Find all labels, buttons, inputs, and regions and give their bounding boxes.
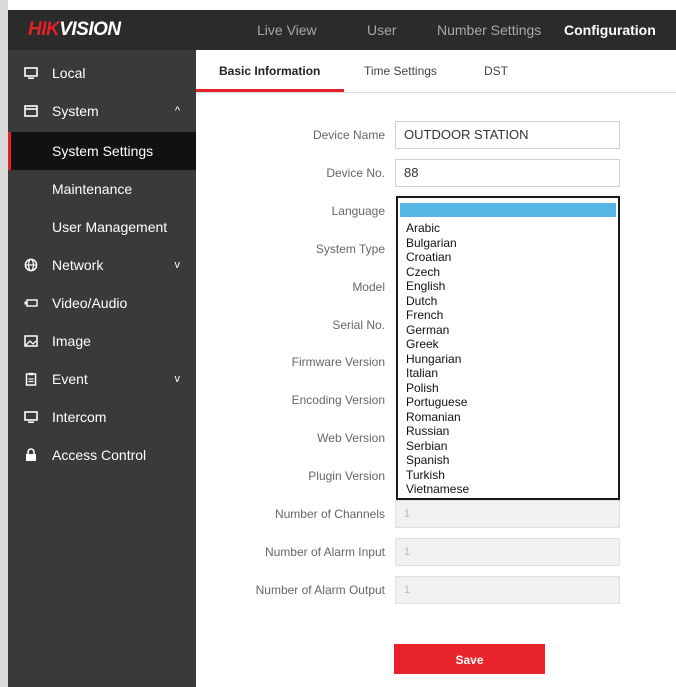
sidebar-item-label: System [52, 103, 99, 119]
encoding-version-label: Encoding Version [291, 393, 385, 407]
nav-configuration[interactable]: Configuration [564, 10, 656, 50]
sidebar-item-access-control[interactable]: Access Control [8, 436, 196, 474]
language-option[interactable]: Vietnamese [406, 482, 469, 497]
device-no-input[interactable]: 88 [395, 159, 620, 187]
web-version-label: Web Version [317, 431, 385, 445]
language-option[interactable]: Bulgarian [406, 236, 469, 251]
sidebar-item-intercom[interactable]: Intercom [8, 398, 196, 436]
nav-live-view[interactable]: Live View [257, 10, 317, 50]
language-option[interactable]: Russian [406, 424, 469, 439]
tab-time-settings[interactable]: Time Settings [364, 50, 437, 92]
sidebar-item-label: Image [52, 333, 91, 349]
model-label: Model [352, 280, 385, 294]
language-option[interactable]: Spanish [406, 453, 469, 468]
language-option[interactable]: Dutch [406, 294, 469, 309]
tab-bar: Basic Information Time Settings DST [196, 50, 676, 93]
alarm-input-label: Number of Alarm Input [264, 545, 385, 559]
sidebar-item-label: Access Control [52, 447, 147, 463]
channels-label: Number of Channels [274, 507, 385, 521]
sidebar-item-label: Video/Audio [52, 295, 128, 311]
language-option-list: Arabic Bulgarian Croatian Czech English Dutch… [406, 221, 469, 497]
sidebar-item-system[interactable]: System ^ [8, 92, 196, 130]
plugin-version-label: Plugin Version [308, 469, 385, 483]
language-option[interactable]: Czech [406, 265, 469, 280]
language-option[interactable]: Polish [406, 381, 469, 396]
sidebar-item-user-management[interactable]: User Management [8, 208, 196, 246]
language-option[interactable]: French [406, 308, 469, 323]
language-option[interactable]: Greek [406, 337, 469, 352]
nav-user[interactable]: User [367, 10, 397, 50]
chevron-up-icon: ^ [174, 105, 180, 117]
left-gutter [0, 0, 8, 687]
sidebar-item-system-settings[interactable]: System Settings [8, 132, 196, 170]
camera-icon [24, 299, 38, 307]
tab-basic-information[interactable]: Basic Information [219, 50, 320, 92]
language-option[interactable]: Romanian [406, 410, 469, 425]
language-option[interactable]: Turkish [406, 468, 469, 483]
sidebar-item-event[interactable]: Event v [8, 360, 196, 398]
sidebar-item-image[interactable]: Image [8, 322, 196, 360]
language-option[interactable]: Portuguese [406, 395, 469, 410]
globe-icon [24, 258, 38, 272]
dropdown-selected-option[interactable] [400, 203, 616, 217]
language-option[interactable]: Arabic [406, 221, 469, 236]
chevron-down-icon: v [174, 373, 181, 385]
monitor-icon [24, 411, 38, 423]
sidebar-item-label: Event [52, 371, 88, 387]
language-option[interactable]: Hungarian [406, 352, 469, 367]
firmware-version-label: Firmware Version [291, 355, 385, 369]
sidebar-item-local[interactable]: Local [8, 54, 196, 92]
alarm-output-label: Number of Alarm Output [255, 583, 385, 597]
language-option[interactable]: English [406, 279, 469, 294]
lock-icon [26, 448, 36, 461]
sidebar-item-label: Maintenance [52, 181, 133, 197]
tab-dst[interactable]: DST [484, 50, 508, 92]
device-no-label: Device No. [326, 166, 385, 180]
device-name-input[interactable]: OUTDOOR STATION [395, 121, 620, 149]
sidebar-item-video-audio[interactable]: Video/Audio [8, 284, 196, 322]
sidebar-item-network[interactable]: Network v [8, 246, 196, 284]
language-option[interactable]: Serbian [406, 439, 469, 454]
device-name-label: Device Name [312, 128, 385, 142]
nav-number-settings[interactable]: Number Settings [437, 10, 541, 50]
sidebar-item-label: System Settings [52, 143, 154, 159]
language-option[interactable]: Croatian [406, 250, 469, 265]
channels-input: 1 [395, 500, 620, 528]
sidebar-item-label: Local [52, 65, 86, 81]
alarm-output-field: 1 [395, 576, 620, 604]
save-button[interactable]: Save [394, 644, 545, 674]
sidebar-item-label: User Management [52, 219, 168, 235]
language-option[interactable]: German [406, 323, 469, 338]
clipboard-icon [25, 372, 37, 386]
window-icon [24, 105, 38, 117]
sidebar-item-label: Intercom [52, 409, 107, 425]
sidebar: Local System ^ System Settings Maintenan… [8, 50, 196, 687]
alarm-input-field: 1 [395, 538, 620, 566]
sidebar-item-maintenance[interactable]: Maintenance [8, 170, 196, 208]
language-option[interactable]: Italian [406, 366, 469, 381]
monitor-icon [24, 67, 38, 79]
serial-no-label: Serial No. [332, 318, 385, 332]
language-dropdown[interactable]: Arabic Bulgarian Croatian Czech English Dutch… [396, 196, 620, 500]
system-type-label: System Type [315, 242, 385, 256]
chevron-down-icon: v [174, 259, 181, 271]
image-icon [24, 335, 38, 347]
sidebar-item-label: Network [52, 257, 104, 273]
language-label: Language [331, 204, 385, 218]
top-bar: HIKVISION Live View User Number Settings… [8, 10, 676, 50]
active-tab-indicator [196, 89, 344, 92]
hikvision-logo: HIKVISION [28, 19, 121, 40]
app-window: HIKVISION Live View User Number Settings… [0, 0, 676, 687]
